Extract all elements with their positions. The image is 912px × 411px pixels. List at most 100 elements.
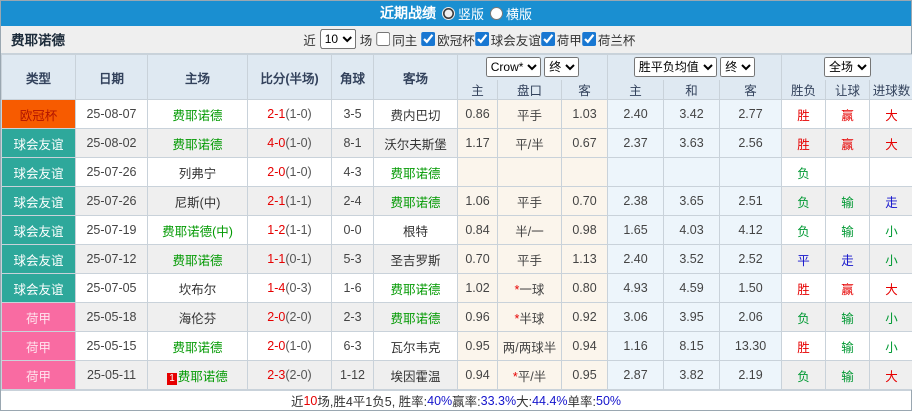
handicap-text: 平手 [516,195,542,210]
league-filter-checkbox[interactable] [581,32,596,47]
league-badge: 球会友谊 [1,215,76,245]
euro-away-odds: 2.77 [719,99,783,129]
handicap-cell: * [497,157,562,187]
layout-horizontal-option[interactable]: 横版 [490,4,532,23]
euro-home-odds: 4.93 [607,273,665,303]
handicap-cell: *一球 [497,273,562,303]
same-home-option[interactable]: 同主 [376,30,417,49]
euro-away-odds: 4.12 [719,215,783,245]
games-count-select[interactable]: 10 [319,29,356,50]
result-goals-cell: 小 [869,331,912,361]
league-filter-option[interactable]: 欧冠杯 [421,30,475,49]
league-filter-option[interactable]: 球会友谊 [474,30,541,49]
euro-draw-odds: 3.95 [663,302,721,332]
euro-away-odds: 2.56 [719,128,783,158]
horizontal-radio[interactable] [490,6,503,20]
away-team-link[interactable]: 费耶诺德 [390,283,440,297]
summary-segment: 场,胜4平1负5, 胜率: [317,395,428,409]
league-filter-option[interactable]: 荷兰杯 [581,30,635,49]
scope-select[interactable]: 全场 [824,57,872,78]
score-fulltime: 1-1 [267,252,286,266]
euro-draw-odds: 3.65 [663,186,721,216]
corners-cell: 0-0 [331,215,374,245]
home-team-cell: 1 费耶诺德 [147,360,248,390]
handicap-cell: *平手 [497,186,562,216]
sub-header-euro-home: 主 [607,79,665,100]
home-team-link[interactable]: 费耶诺德 [178,370,228,384]
home-team-cell: 费耶诺德 [147,244,248,274]
asian-time-select[interactable]: 终 [544,57,580,78]
corners-cell: 4-3 [331,157,374,187]
euro-away-odds: 2.19 [719,360,783,390]
home-team-link[interactable]: 坎布尔 [179,283,217,297]
date-cell: 25-05-18 [75,302,148,332]
score-cell: 1-4(0-3) [247,273,332,303]
asian-company-select[interactable]: Crow* [485,57,541,78]
euro-home-odds: 3.06 [607,302,665,332]
score-halftime: (0-3) [285,281,312,295]
handicap-text: 平/半 [515,137,544,152]
home-team-link[interactable]: 费耶诺德 [172,109,222,123]
away-team-link[interactable]: 根特 [403,225,428,239]
col-header-away: 客场 [373,54,458,100]
layout-vertical-option[interactable]: 竖版 [441,4,484,23]
result-goals-cell: 大 [869,99,912,129]
home-team-link[interactable]: 费耶诺德 [172,254,222,268]
home-team-cell: 坎布尔 [147,273,248,303]
league-badge: 荷甲 [1,302,76,332]
euro-home-odds: 2.87 [607,360,665,390]
away-team-cell: 瓦尔韦克 [373,331,458,361]
europe-odds-header: 胜平负均值 终 [607,54,783,80]
asian-away-odds: 0.94 [560,331,609,361]
league-filter-checkbox[interactable] [474,32,489,47]
result-goals-cell [869,157,912,187]
away-team-link[interactable]: 费耶诺德 [390,196,440,210]
away-team-link[interactable]: 圣吉罗斯 [390,254,440,268]
result-wdl-cell: 负 [781,302,827,332]
vertical-radio[interactable] [441,6,455,20]
date-cell: 25-08-02 [75,128,148,158]
away-team-link[interactable]: 瓦尔韦克 [390,341,440,355]
euro-home-odds: 1.16 [607,331,665,361]
league-filter-label: 球会友谊 [490,33,541,48]
handicap-text: 平手 [516,253,542,268]
score-fulltime: 2-1 [267,107,286,121]
asian-away-odds: 0.67 [560,128,609,158]
league-filter-option[interactable]: 荷甲 [540,30,582,49]
europe-time-select[interactable]: 终 [720,57,756,78]
league-filter-checkbox[interactable] [540,32,555,47]
home-team-link[interactable]: 费耶诺德 [172,138,222,152]
away-team-link[interactable]: 埃因霍温 [390,370,440,384]
away-team-link[interactable]: 费内巴切 [390,109,440,123]
home-team-link[interactable]: 海伦芬 [179,312,217,326]
away-team-link[interactable]: 沃尔夫斯堡 [384,138,447,152]
result-handicap-cell: 赢 [825,128,871,158]
euro-draw-odds: 4.03 [663,215,721,245]
result-wdl-cell: 胜 [781,331,827,361]
result-scope-header: 全场 [781,54,912,80]
away-team-cell: 费耶诺德 [373,157,458,187]
home-team-link[interactable]: 费耶诺德 [172,341,222,355]
home-team-cell: 费耶诺德(中) [147,215,248,245]
home-team-cell: 费耶诺德 [147,331,248,361]
handicap-cell: *两/两球半 [497,331,562,361]
home-team-link[interactable]: 费耶诺德(中) [162,225,233,239]
europe-company-select[interactable]: 胜平负均值 [633,57,717,78]
date-cell: 25-07-26 [75,157,148,187]
asian-home-odds: 1.06 [457,186,498,216]
asian-home-odds: 1.17 [457,128,498,158]
same-home-checkbox[interactable] [376,32,391,47]
result-goals-cell: 大 [869,128,912,158]
euro-home-odds: 1.65 [607,215,665,245]
control-row: 费耶诺德 近 10 场 同主 欧冠杯 球会友谊 荷甲 荷兰杯 [1,25,911,54]
away-team-link[interactable]: 费耶诺德 [390,167,440,181]
home-team-link[interactable]: 尼斯(中) [175,196,221,210]
asian-home-odds [457,157,498,187]
summary-segment: 10 [303,393,318,408]
home-team-link[interactable]: 列弗宁 [179,167,217,181]
league-filter-checkbox[interactable] [421,32,436,47]
away-team-link[interactable]: 费耶诺德 [390,312,440,326]
summary-segment: 单率: [567,395,597,409]
away-team-cell: 费内巴切 [373,99,458,129]
date-cell: 25-08-07 [75,99,148,129]
